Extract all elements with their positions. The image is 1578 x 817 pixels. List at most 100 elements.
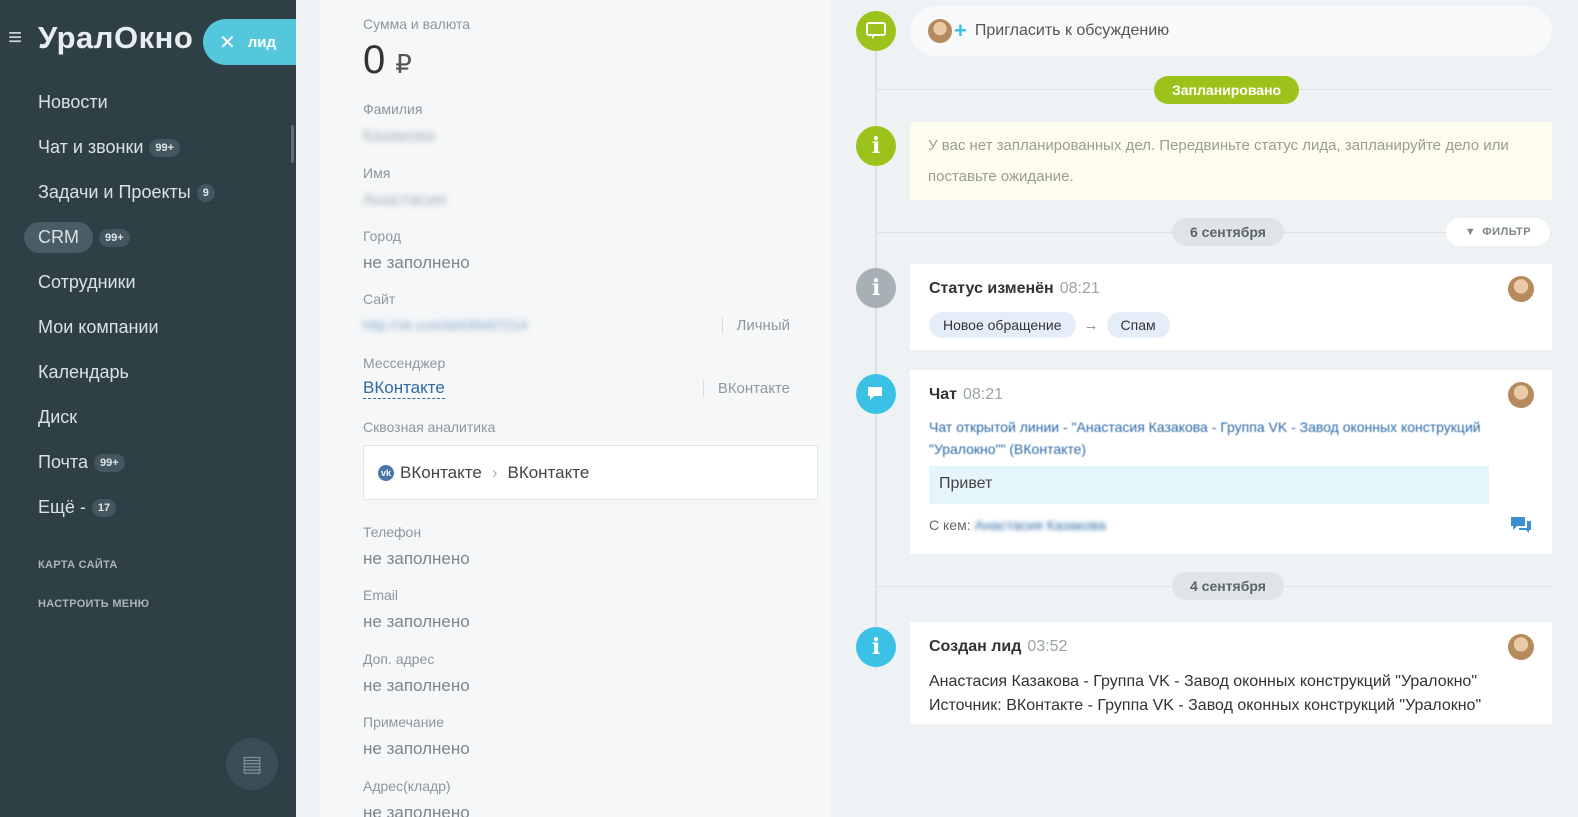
no-planned-notice: У вас нет запланированных дел. Передвинь… xyxy=(910,122,1552,200)
sidebar-item-label: Новости xyxy=(38,92,108,112)
status-pill-from: Новое обращение xyxy=(929,312,1076,338)
status-transition: Новое обращение → Спам xyxy=(929,312,1170,338)
last-name-label: Фамилия xyxy=(363,101,423,117)
open-line-chat-link[interactable]: Чат открытой линии - "Анастасия Казакова… xyxy=(929,416,1509,460)
note-value[interactable]: не заполнено xyxy=(363,739,470,759)
counter-badge: 99+ xyxy=(93,453,125,472)
filter-button[interactable]: ▼ ФИЛЬТР xyxy=(1446,218,1550,246)
avatar[interactable] xyxy=(1508,382,1534,408)
chat-with: С кем: Анастасия Казакова xyxy=(929,517,1106,533)
site-label: Сайт xyxy=(363,291,396,307)
chevron-right-icon: › xyxy=(491,462,498,482)
site-type: Личный xyxy=(721,317,790,334)
sidebar: ≡ УралОкно ✕ лид Новости Чат и звонки 99… xyxy=(0,0,303,817)
counter-badge: 99+ xyxy=(99,228,130,247)
sidebar-item-label: Диск xyxy=(38,407,78,427)
avatar[interactable] xyxy=(1508,276,1534,302)
messenger-label: Мессенджер xyxy=(363,355,446,371)
scroll-up-button[interactable]: ▤ xyxy=(226,738,278,790)
sidebar-item-label: Чат и звонки xyxy=(38,137,144,157)
site-value[interactable]: http://vk.com/id438497214 xyxy=(363,317,527,333)
open-chat-icon[interactable] xyxy=(1510,516,1532,534)
messenger-type: ВКонтакте xyxy=(702,380,790,397)
menu-burger-icon[interactable]: ≡ xyxy=(8,26,22,50)
comment-icon xyxy=(856,11,896,51)
info-icon: i xyxy=(856,268,896,308)
planned-section-badge: Запланировано xyxy=(1154,76,1300,104)
close-lead-button[interactable]: ✕ лид xyxy=(203,19,303,65)
configure-menu-link[interactable]: НАСТРОИТЬ МЕНЮ xyxy=(38,598,149,610)
first-name-value[interactable]: Анастасия xyxy=(363,190,446,210)
event-time: 08:21 xyxy=(1059,280,1100,297)
lead-details-card: Сумма и валюта 0 ₽ Фамилия Казакова Имя А… xyxy=(320,0,830,817)
lead-source-line: Источник: ВКонтакте - Группа VK - Завод … xyxy=(929,697,1482,714)
chat-with-label: С кем: xyxy=(929,517,971,533)
main-menu: Новости Чат и звонки 99+ Задачи и Проект… xyxy=(0,80,296,530)
filter-icon: ▼ xyxy=(1464,226,1477,238)
sidebar-item-crm[interactable]: CRM 99+ xyxy=(0,215,296,260)
sidebar-item-mail[interactable]: Почта 99+ xyxy=(0,440,296,485)
messenger-link[interactable]: ВКонтакте xyxy=(363,378,445,399)
analytics-path: vk ВКонтакте › ВКонтакте xyxy=(363,445,818,500)
email-value[interactable]: не заполнено xyxy=(363,612,470,632)
open-line-chat-text: Чат открытой линии - "Анастасия Казакова… xyxy=(929,419,1481,457)
sidebar-item-disk[interactable]: Диск xyxy=(0,395,296,440)
avatar xyxy=(928,19,952,43)
amount-value[interactable]: 0 ₽ xyxy=(363,38,412,83)
plus-icon: + xyxy=(954,18,967,43)
address-value[interactable]: не заполнено xyxy=(363,676,470,696)
filter-label: ФИЛЬТР xyxy=(1482,226,1532,238)
city-label: Город xyxy=(363,228,401,244)
date-separator: 6 сентября xyxy=(1172,218,1284,246)
address-label: Доп. адрес xyxy=(363,651,435,667)
sidebar-item-label: Мои компании xyxy=(38,317,159,337)
counter-badge: 99+ xyxy=(149,138,181,157)
sidebar-item-more[interactable]: Ещё - 17 xyxy=(0,485,296,530)
sidebar-item-employees[interactable]: Сотрудники xyxy=(0,260,296,305)
sidebar-item-label: Календарь xyxy=(38,362,129,382)
event-title-text: Создан лид xyxy=(929,638,1022,655)
city-value[interactable]: не заполнено xyxy=(363,253,470,273)
vk-icon: vk xyxy=(378,464,394,481)
phone-label: Телефон xyxy=(363,524,422,540)
lead-details-panel: Сумма и валюта 0 ₽ Фамилия Казакова Имя А… xyxy=(296,0,834,817)
sidebar-item-label: CRM xyxy=(24,222,93,253)
currency-symbol: ₽ xyxy=(395,49,412,79)
email-label: Email xyxy=(363,587,399,603)
lead-tag-label: лид xyxy=(247,33,277,51)
analytics-source: ВКонтакте xyxy=(400,462,482,482)
date-separator: 4 сентября xyxy=(1172,572,1284,600)
kladr-value[interactable]: не заполнено xyxy=(363,803,470,817)
portal-logo[interactable]: УралОкно xyxy=(38,20,193,56)
sidebar-item-chat[interactable]: Чат и звонки 99+ xyxy=(0,125,296,170)
sidebar-item-calendar[interactable]: Календарь xyxy=(0,350,296,395)
lead-created-card: Создан лид 03:52 Анастасия Казакова - Гру… xyxy=(910,622,1552,724)
chat-card: Чат 08:21 Чат открытой линии - "Анастасия… xyxy=(910,370,1552,554)
chat-with-link[interactable]: Анастасия Казакова xyxy=(974,517,1105,533)
event-title-text: Статус изменён xyxy=(929,280,1054,297)
kladr-label: Адрес(кладр) xyxy=(363,778,451,794)
sidebar-item-news[interactable]: Новости xyxy=(0,80,296,125)
chat-message: Привет xyxy=(929,466,1489,504)
status-pill-to: Спам xyxy=(1106,312,1170,338)
sidebar-item-tasks[interactable]: Задачи и Проекты 9 xyxy=(0,170,296,215)
sidebar-scrollbar[interactable] xyxy=(291,125,294,163)
lead-line: Анастасия Казакова - Группа VK - Завод о… xyxy=(929,673,1478,690)
sitemap-link[interactable]: КАРТА САЙТА xyxy=(38,559,118,571)
last-name-value[interactable]: Казакова xyxy=(363,126,435,146)
chat-icon xyxy=(856,374,896,414)
info-icon: i xyxy=(856,126,896,166)
phone-value[interactable]: не заполнено xyxy=(363,549,470,569)
sidebar-item-label: Задачи и Проекты xyxy=(38,182,191,202)
status-change-card: Статус изменён 08:21 Новое обращение → Спам xyxy=(910,264,1552,350)
sidebar-item-companies[interactable]: Мои компании xyxy=(0,305,296,350)
avatar[interactable] xyxy=(1508,634,1534,660)
event-title: Создан лид 03:52 xyxy=(929,638,1067,656)
sidebar-item-label: Почта xyxy=(38,452,88,472)
event-title: Чат 08:21 xyxy=(929,386,1003,404)
analytics-label: Сквозная аналитика xyxy=(363,419,496,435)
invite-to-discussion[interactable]: + Пригласить к обсуждению xyxy=(910,6,1552,56)
counter-badge: 17 xyxy=(91,498,117,517)
event-time: 08:21 xyxy=(962,386,1004,403)
event-time: 03:52 xyxy=(1027,638,1068,655)
